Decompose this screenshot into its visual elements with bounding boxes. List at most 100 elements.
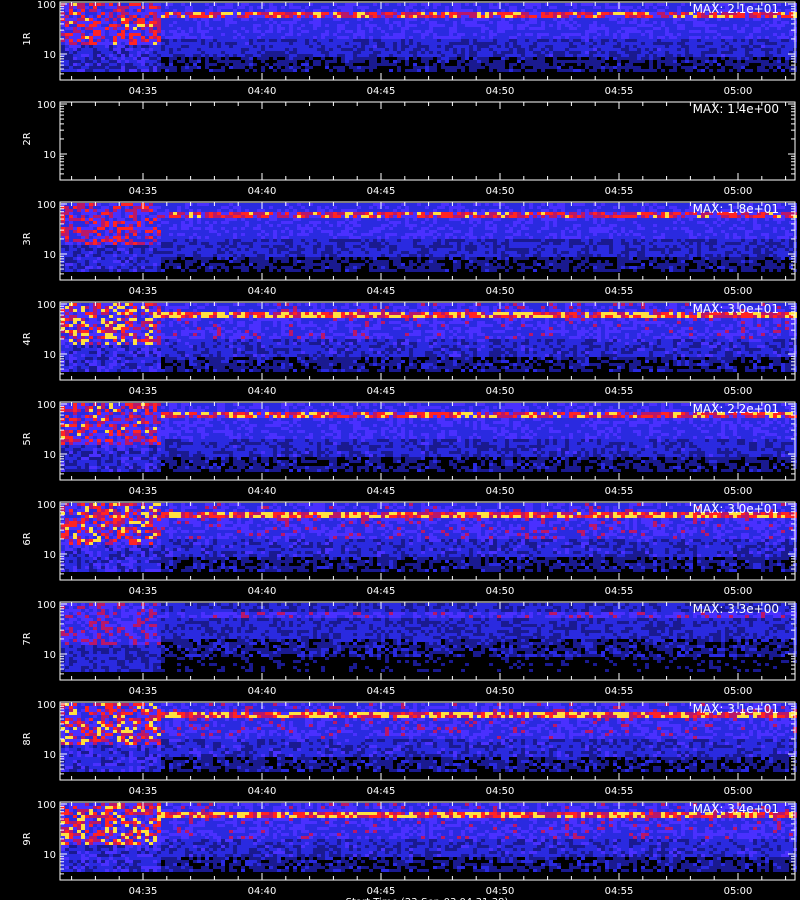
spectrogram-cell [233, 206, 237, 209]
spectrogram-cell [597, 24, 601, 27]
spectrogram-cell [281, 3, 285, 6]
spectrogram-cell [761, 18, 765, 21]
spectrogram-cell [721, 51, 725, 54]
spectrogram-cell [101, 3, 105, 6]
spectrogram-cell [573, 36, 577, 39]
spectrogram-cell [405, 48, 409, 51]
spectrogram-cell [657, 60, 661, 63]
spectrogram-cell [385, 212, 389, 215]
spectrogram-cell [633, 206, 637, 209]
spectrogram-cell [429, 18, 433, 21]
spectrogram-cell [89, 206, 93, 209]
spectrogram-cell [605, 9, 609, 12]
spectrogram-cell [105, 63, 109, 66]
spectrogram-cell [105, 39, 109, 42]
spectrogram-cell [117, 48, 121, 51]
spectrogram-cell [613, 21, 617, 24]
spectrogram-cell [465, 21, 469, 24]
spectrogram-cell [565, 9, 569, 12]
spectrogram-cell [769, 54, 773, 57]
spectrogram-cell [589, 63, 593, 66]
spectrogram-cell [557, 12, 561, 15]
spectrogram-cell [77, 30, 81, 33]
spectrogram-cell [293, 48, 297, 51]
spectrogram-cell [493, 66, 497, 69]
spectrogram-cell [81, 51, 85, 54]
spectrogram-cell [421, 12, 425, 15]
spectrogram-cell [349, 18, 353, 21]
spectrogram-cell [673, 3, 677, 6]
spectrogram-cell [105, 24, 109, 27]
spectrogram-cell [509, 18, 513, 21]
spectrogram-cell [125, 203, 129, 206]
spectrogram-cell [69, 60, 73, 63]
spectrogram-cell [541, 66, 545, 69]
spectrogram-cell [465, 36, 469, 39]
spectrogram-cell [525, 209, 529, 212]
spectrogram-cell [573, 12, 577, 15]
spectrogram-cell [241, 15, 245, 18]
spectrogram-cell [453, 48, 457, 51]
spectrogram-cell [637, 48, 641, 51]
spectrogram-cell [533, 60, 537, 63]
spectrogram-cell [181, 203, 185, 206]
spectrogram-cell [77, 212, 81, 215]
spectrogram-cell [521, 206, 525, 209]
spectrogram-cell [653, 30, 657, 33]
spectrogram-cell [577, 36, 581, 39]
spectrogram-cell [729, 18, 733, 21]
spectrogram-cell [217, 69, 221, 72]
spectrogram-cell [653, 54, 657, 57]
spectrogram-cell [609, 51, 613, 54]
spectrogram-cell [293, 42, 297, 45]
spectrogram-cell [269, 206, 273, 209]
spectrogram-cell [105, 33, 109, 36]
spectrogram-cell [381, 60, 385, 63]
spectrogram-cell [389, 3, 393, 6]
spectrogram-cell [81, 6, 85, 9]
spectrogram-cell [337, 9, 341, 12]
spectrogram-cell [369, 209, 373, 212]
spectrogram-cell [65, 45, 69, 48]
spectrogram-cell [149, 15, 153, 18]
spectrogram-cell [481, 39, 485, 42]
spectrogram-cell [601, 12, 605, 15]
spectrogram-cell [373, 42, 377, 45]
spectrogram-cell [273, 57, 277, 60]
spectrogram-cell [765, 30, 769, 33]
spectrogram-cell [393, 60, 397, 63]
spectrogram-cell [553, 212, 557, 215]
spectrogram-cell [445, 21, 449, 24]
spectrogram-cell [193, 51, 197, 54]
spectrogram-cell [765, 18, 769, 21]
spectrogram-cell [337, 206, 341, 209]
spectrogram-cell [253, 215, 257, 218]
spectrogram-cell [421, 6, 425, 9]
spectrogram-cell [649, 212, 653, 215]
spectrogram-cell [457, 51, 461, 54]
spectrogram-cell [61, 24, 65, 27]
spectrogram-cell [545, 54, 549, 57]
spectrogram-cell [189, 54, 193, 57]
x-tick-label: 04:50 [486, 86, 515, 97]
spectrogram-cell [209, 45, 213, 48]
spectrogram-cell [333, 215, 337, 218]
spectrogram-cell [281, 51, 285, 54]
spectrogram-cell [537, 18, 541, 21]
spectrogram-cell [97, 60, 101, 63]
spectrogram-cell [189, 69, 193, 72]
spectrogram-cell [577, 54, 581, 57]
spectrogram-cell [625, 9, 629, 12]
spectrogram-cell [249, 36, 253, 39]
spectrogram-cell [393, 215, 397, 218]
spectrogram-cell [477, 206, 481, 209]
spectrogram-cell [509, 3, 513, 6]
spectrogram-cell [269, 66, 273, 69]
spectrogram-cell [113, 51, 117, 54]
spectrogram-cell [229, 206, 233, 209]
spectrogram-cell [769, 42, 773, 45]
spectrogram-cell [545, 206, 549, 209]
spectrogram-cell [193, 15, 197, 18]
spectrogram-cell [77, 27, 81, 30]
spectrogram-cell [785, 66, 789, 69]
